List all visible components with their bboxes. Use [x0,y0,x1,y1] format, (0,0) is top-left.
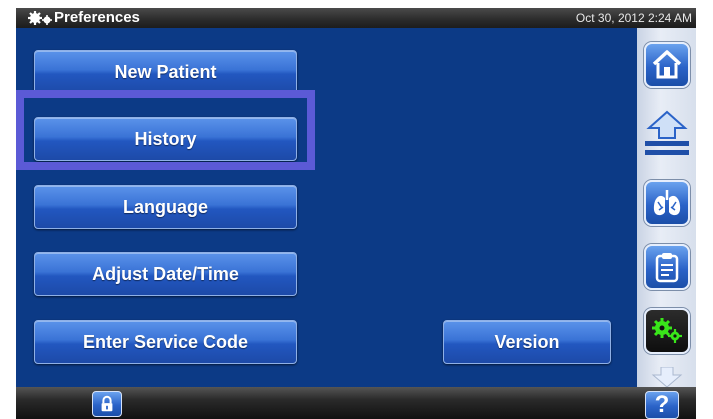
main-panel: New Patient History Language Adjust Date… [16,28,637,387]
scroll-up-button[interactable] [641,108,693,160]
device-screen: Preferences Oct 30, 2012 2:24 AM New Pat… [16,8,696,419]
lungs-button[interactable] [644,180,690,226]
sidebar [637,28,696,387]
bottom-bar: ? [16,387,696,419]
lock-icon [101,395,113,412]
help-button[interactable]: ? [645,391,679,419]
scroll-up-arrow-icon [645,110,689,155]
version-button[interactable]: Version [443,320,611,364]
selection-highlight [16,90,315,170]
adjust-date-time-button[interactable]: Adjust Date/Time [34,252,297,296]
page-title: Preferences [54,9,140,26]
clipboard-button[interactable] [644,244,690,290]
language-button[interactable]: Language [34,185,297,229]
lock-button[interactable] [92,391,122,417]
preferences-button[interactable] [644,308,690,354]
scroll-down-arrow-icon[interactable] [649,367,685,387]
new-patient-button[interactable]: New Patient [34,50,297,94]
date-time: Oct 30, 2012 2:24 AM [575,11,692,25]
title-bar: Preferences Oct 30, 2012 2:24 AM [16,8,696,28]
gears-icon [652,318,682,343]
home-button[interactable] [644,42,690,88]
clipboard-icon [655,253,679,283]
home-icon [652,50,682,79]
lungs-icon [653,190,681,216]
gears-icon [28,11,52,25]
enter-service-code-button[interactable]: Enter Service Code [34,320,297,364]
